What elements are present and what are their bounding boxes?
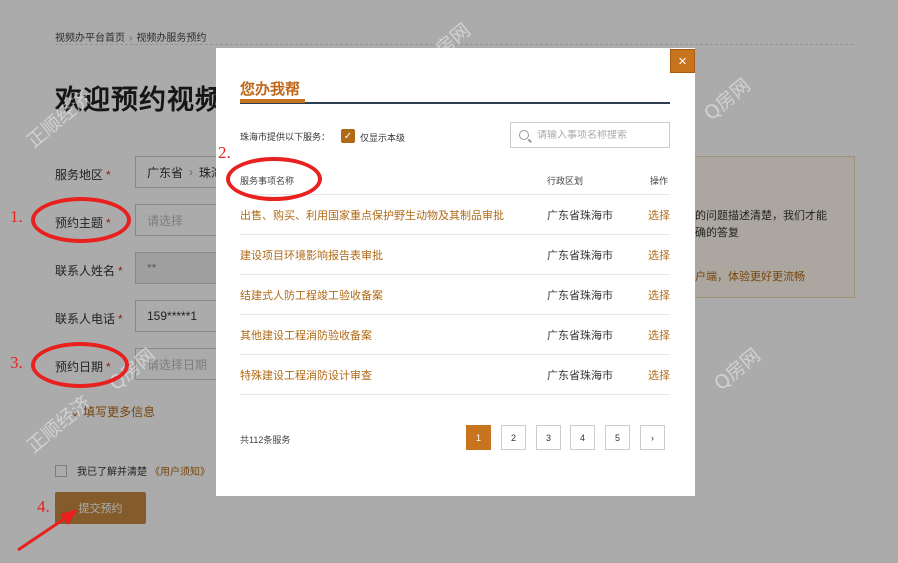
annotation-arrow-icon xyxy=(17,509,78,552)
